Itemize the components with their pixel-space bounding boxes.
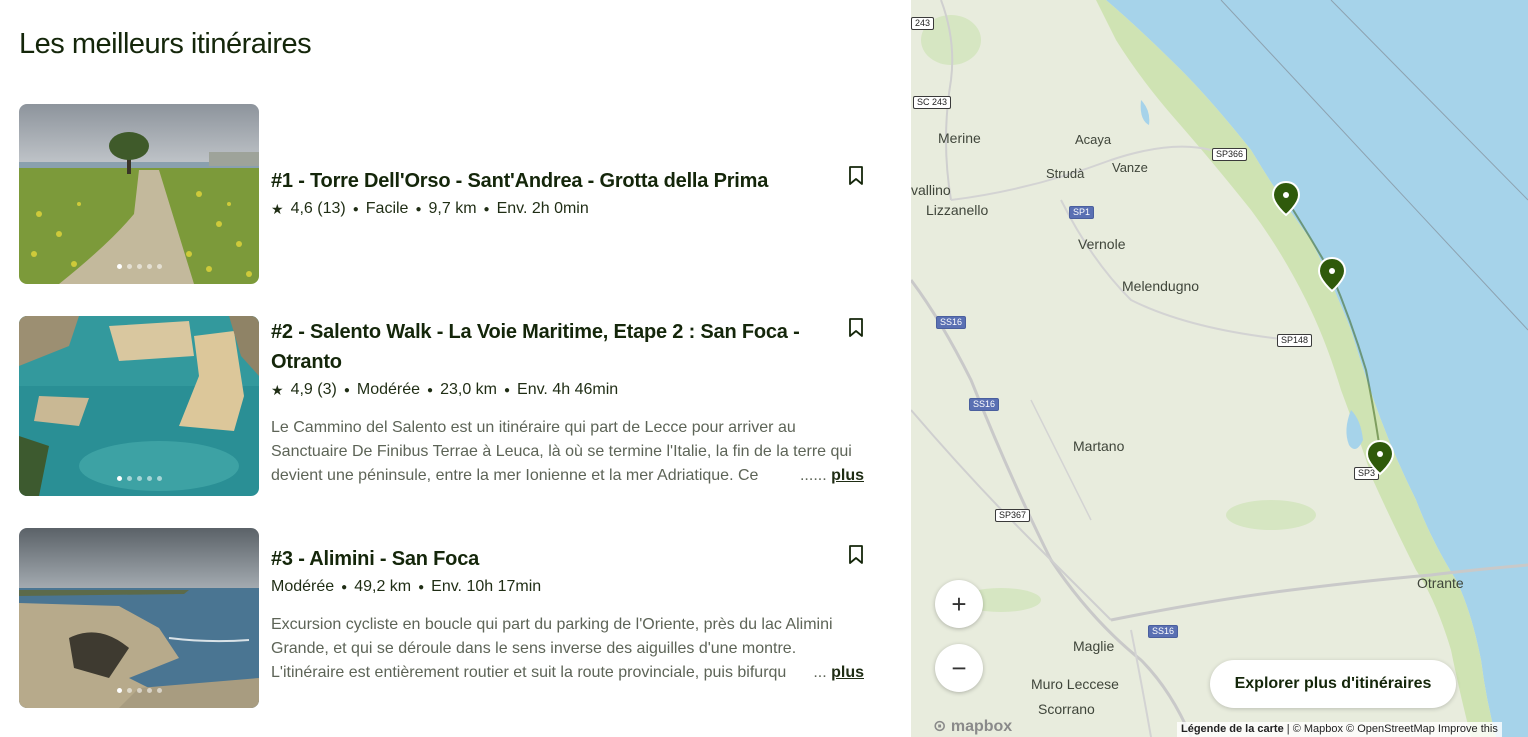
route-3-meta: Modérée ● 49,2 km ● Env. 10h 17min [271, 578, 542, 595]
road-label: SP366 [1212, 148, 1248, 161]
place-label: Vernole [1078, 236, 1126, 252]
route-2-difficulty: Modérée [356, 381, 421, 398]
route-3-more-link[interactable]: ... plus [811, 661, 864, 685]
place-label: Strudà [1046, 166, 1085, 181]
road-label: SS16 [969, 398, 1000, 411]
map-pin-icon[interactable] [1272, 181, 1300, 217]
route-3-description: Excursion cycliste en boucle qui part du… [271, 613, 864, 685]
route-1-reviews: (13) [317, 200, 346, 217]
road-label: 243 [911, 17, 935, 30]
explore-more-routes-button[interactable]: Explorer plus d'itinéraires [1210, 660, 1456, 708]
route-2-distance: 23,0 km [440, 381, 497, 398]
zoom-out-button[interactable]: − [935, 644, 983, 692]
road-label: SP1 [1069, 206, 1095, 219]
route-3-title[interactable]: #3 - Alimini - San Foca [271, 544, 831, 574]
place-label: Vanze [1112, 160, 1148, 175]
route-1-rating: 4,6 [290, 200, 313, 217]
route-1-meta: ★ 4,6 (13) ● Facile ● 9,7 km ● Env. 2h 0min [271, 200, 589, 217]
route-1-difficulty: Facile [365, 200, 409, 217]
place-label: Otrante [1417, 575, 1464, 591]
road-label: SP148 [1277, 334, 1313, 347]
route-3-distance: 49,2 km [354, 578, 412, 595]
route-1-duration: Env. 2h 0min [496, 200, 589, 217]
route-1-title[interactable]: #1 - Torre Dell'Orso - Sant'Andrea - Gro… [271, 166, 831, 196]
carousel-dots [19, 264, 259, 269]
map-attribution: Légende de la carte | © Mapbox © OpenStr… [1177, 722, 1502, 737]
carousel-dots [19, 688, 259, 693]
route-2-photo[interactable] [19, 316, 259, 496]
route-2-meta: ★ 4,9 (3) ● Modérée ● 23,0 km ● Env. 4h 46m… [271, 381, 619, 398]
star-icon: ★ [271, 200, 284, 217]
bookmark-icon[interactable] [848, 318, 864, 338]
map-pin-icon[interactable] [1366, 440, 1394, 476]
road-label: SP367 [995, 509, 1031, 522]
place-label: Melendugno [1122, 278, 1200, 294]
place-label: Lizzanello [926, 202, 989, 218]
place-label: Maglie [1073, 638, 1115, 654]
bookmark-icon[interactable] [848, 545, 864, 565]
map-pin-icon[interactable] [1318, 257, 1346, 293]
zoom-in-button[interactable]: + [935, 580, 983, 628]
road-label: SC 243 [913, 96, 952, 109]
road-label: SS16 [936, 316, 967, 329]
road-label: SS16 [1148, 625, 1179, 638]
route-2-description: Le Cammino del Salento est un itinéraire… [271, 416, 864, 488]
route-2-rating: 4,9 [290, 381, 313, 398]
map-canvas[interactable] [911, 0, 1528, 737]
place-label: Acaya [1075, 132, 1112, 147]
bookmark-icon[interactable] [848, 166, 864, 186]
route-3-difficulty: Modérée [271, 578, 335, 595]
page-title: Les meilleurs itinéraires [19, 28, 312, 60]
carousel-dots [19, 476, 259, 481]
route-2-reviews: (3) [317, 381, 337, 398]
route-1-distance: 9,7 km [428, 200, 477, 217]
star-icon: ★ [271, 381, 284, 398]
route-card-3[interactable]: #3 - Alimini - San Foca Modérée ● 49,2 km… [19, 528, 865, 708]
place-label: Scorrano [1038, 701, 1095, 717]
plus-icon: + [951, 588, 967, 619]
route-2-duration: Env. 4h 46min [517, 381, 619, 398]
place-label: vallino [911, 182, 951, 198]
map-panel[interactable]: 243 SC 243 SP366 SP1 SS16 SS16 SP148 SP3… [911, 0, 1528, 737]
route-3-photo[interactable] [19, 528, 259, 708]
minus-icon: − [951, 652, 967, 683]
route-card-2[interactable]: #2 - Salento Walk - La Voie Maritime, Et… [19, 316, 865, 496]
route-3-duration: Env. 10h 17min [431, 578, 542, 595]
place-label: Martano [1073, 438, 1125, 454]
route-card-1[interactable]: #1 - Torre Dell'Orso - Sant'Andrea - Gro… [19, 104, 865, 284]
route-1-photo[interactable] [19, 104, 259, 284]
route-2-more-link[interactable]: ...... plus [797, 464, 864, 488]
place-label: Merine [938, 130, 981, 146]
route-2-title[interactable]: #2 - Salento Walk - La Voie Maritime, Et… [271, 317, 831, 377]
place-label: Muro Leccese [1031, 676, 1119, 692]
mapbox-logo[interactable]: ⊙ mapbox [933, 716, 1012, 736]
map-legend-link[interactable]: Légende de la carte [1181, 723, 1284, 735]
